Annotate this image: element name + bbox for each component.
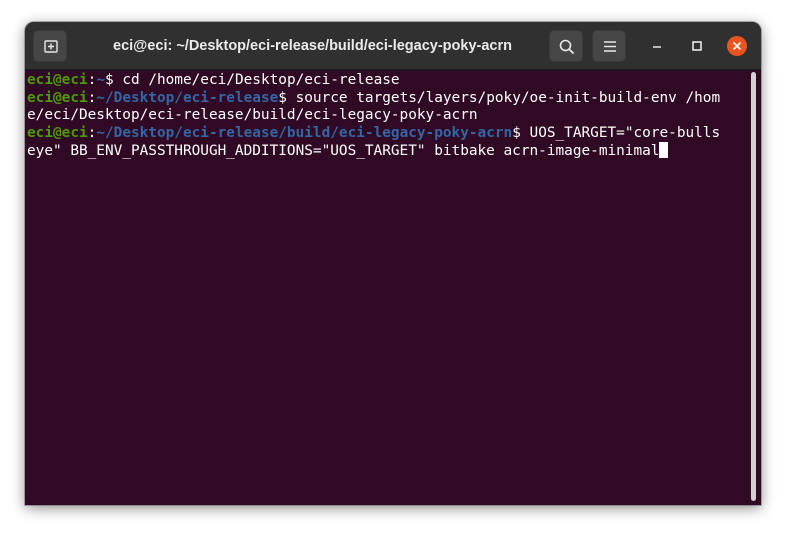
title-bar[interactable]: eci@eci: ~/Desktop/eci-release/build/eci… [25, 22, 761, 70]
minimize-icon [653, 46, 661, 48]
prompt-path: ~/Desktop/eci-release [96, 89, 279, 106]
search-icon [559, 39, 574, 54]
prompt-path: ~ [96, 72, 105, 88]
window-title: eci@eci: ~/Desktop/eci-release/build/eci… [113, 38, 512, 54]
close-icon [727, 36, 747, 56]
terminal-line: eci@eci:~/Desktop/eci-release$ source ta… [27, 90, 747, 108]
terminal-line: eye" BB_ENV_PASSTHROUGH_ADDITIONS="UOS_T… [27, 142, 747, 160]
terminal-line: e/eci/Desktop/eci-release/build/eci-lega… [27, 107, 747, 125]
new-tab-button[interactable] [33, 30, 67, 62]
terminal-line: eci@eci:~/Desktop/eci-release/build/eci-… [27, 125, 747, 143]
prompt-path: ~/Desktop/eci-release/build/eci-legacy-p… [96, 124, 513, 141]
prompt-dollar: $ [512, 124, 530, 141]
maximize-button[interactable] [686, 35, 708, 57]
scrollbar[interactable] [749, 72, 757, 502]
menu-button[interactable] [592, 30, 626, 62]
minimize-button[interactable] [646, 35, 668, 57]
command-text: UOS_TARGET="core-bulls [529, 124, 721, 141]
prompt-user: eci@eci [27, 89, 88, 106]
prompt-user: eci@eci [27, 72, 88, 88]
scrollbar-thumb[interactable] [751, 72, 756, 501]
new-tab-icon [44, 40, 58, 53]
hamburger-menu-icon [604, 41, 616, 52]
command-text-wrapped: eye" BB_ENV_PASSTHROUGH_ADDITIONS="UOS_T… [27, 143, 660, 159]
prompt-user: eci@eci [27, 124, 88, 141]
command-text: source targets/layers/poky/oe-init-build… [295, 89, 721, 106]
text-cursor [659, 142, 668, 158]
command-text: cd /home/eci/Desktop/eci-release [122, 72, 400, 88]
terminal-line: eci@eci:~$ cd /home/eci/Desktop/eci-rele… [27, 72, 747, 90]
maximize-icon [692, 41, 702, 51]
terminal-window: eci@eci: ~/Desktop/eci-release/build/eci… [25, 22, 761, 505]
command-text-wrapped: e/eci/Desktop/eci-release/build/eci-lega… [27, 107, 478, 123]
prompt-dollar: $ [105, 72, 123, 88]
close-button[interactable] [726, 35, 748, 57]
prompt-dollar: $ [278, 89, 296, 106]
terminal-output[interactable]: eci@eci:~$ cd /home/eci/Desktop/eci-rele… [25, 70, 747, 505]
search-button[interactable] [549, 30, 583, 62]
